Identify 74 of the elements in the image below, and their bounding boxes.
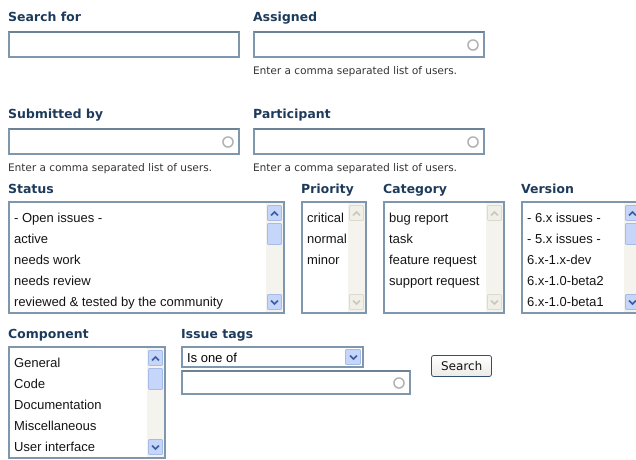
list-option[interactable]: task (389, 228, 413, 249)
operator-dropdown[interactable]: Is one of (181, 346, 364, 368)
caret-down-icon (490, 298, 499, 306)
text-field[interactable] (253, 31, 485, 58)
text-field[interactable] (253, 128, 485, 155)
scroll-up-button[interactable] (625, 205, 636, 221)
field-label: Assigned (253, 8, 318, 26)
list-option[interactable]: 6.x-1.x-dev (527, 249, 592, 270)
caret-down-icon (270, 298, 279, 306)
caret-down-icon (151, 444, 160, 450)
list-option[interactable]: needs work (14, 249, 80, 270)
list-label: Component (8, 325, 90, 343)
help-text: Enter a comma separated list of users. (253, 162, 458, 174)
scroll-thumb[interactable] (267, 223, 282, 245)
list-option[interactable]: support request (389, 270, 480, 291)
list-option[interactable]: Code (14, 373, 46, 394)
text-field[interactable] (8, 31, 240, 58)
list-box[interactable]: critical normal minor (301, 201, 367, 314)
list-box[interactable]: - Open issues - active needs work needs review reviewed & tested by the community (8, 201, 285, 314)
list-option[interactable]: needs review (14, 270, 91, 291)
caret-up-icon (270, 210, 279, 216)
field-label: Search for (8, 8, 82, 26)
list-option[interactable]: reviewed & tested by the community (14, 291, 223, 312)
list-option[interactable]: normal (307, 228, 347, 249)
help-text: Enter a comma separated list of users. (8, 162, 214, 174)
scrollbar[interactable] (266, 203, 283, 312)
scrollbar[interactable] (147, 348, 164, 457)
field-label: Submitted by (8, 105, 104, 123)
list-option[interactable]: critical (307, 207, 344, 228)
autocomplete-icon (222, 136, 234, 148)
list-label: Priority (301, 180, 355, 198)
list-option[interactable]: Miscellaneous (14, 415, 96, 436)
scroll-down-button[interactable] (267, 294, 282, 310)
list-option[interactable]: minor (307, 249, 340, 270)
autocomplete-icon (393, 376, 405, 388)
caret-up-icon (151, 354, 160, 362)
list-option[interactable]: active (14, 228, 48, 249)
list-option[interactable]: Documentation (14, 394, 102, 415)
scroll-thumb[interactable] (625, 223, 636, 245)
scroll-up-button[interactable] (267, 205, 282, 221)
list-option[interactable]: feature request (389, 249, 476, 270)
scrollbar[interactable] (624, 203, 636, 312)
list-option[interactable]: bug report (389, 207, 448, 228)
list-label: Category (383, 180, 448, 198)
autocomplete-icon (467, 38, 479, 50)
caret-down-icon (352, 298, 361, 306)
list-option[interactable]: - 5.x issues - (527, 228, 601, 249)
search-button[interactable]: Search (431, 355, 492, 377)
scroll-down-button[interactable] (625, 294, 636, 310)
list-option[interactable]: General (14, 352, 60, 373)
scroll-down-button[interactable] (148, 439, 163, 455)
scroll-up-button[interactable] (148, 350, 163, 366)
list-box[interactable]: - 6.x issues - - 5.x issues - 6.x-1.x-dev 6.x-1.0-beta2 6.x-1.0-beta1 (521, 201, 636, 314)
field-label: Participant (253, 105, 332, 123)
caret-up-icon (352, 210, 361, 216)
list-option[interactable]: - Open issues - (14, 207, 102, 228)
caret-down-icon (628, 298, 636, 306)
tags-field[interactable] (181, 370, 411, 395)
autocomplete-icon (467, 136, 479, 148)
list-option[interactable]: User interface (14, 436, 95, 457)
help-text: Enter a comma separated list of users. (253, 65, 458, 77)
list-label: Status (8, 180, 55, 198)
scroll-thumb[interactable] (148, 368, 163, 390)
list-option[interactable]: 6.x-1.0-beta2 (527, 270, 604, 291)
text-field[interactable] (8, 128, 240, 155)
list-box[interactable]: bug report task feature request support request (383, 201, 505, 314)
caret-down-icon (348, 354, 358, 360)
list-option[interactable]: 6.x-1.0-beta1 (527, 291, 604, 312)
list-option[interactable]: - 6.x issues - (527, 207, 601, 228)
list-box[interactable]: General Code Documentation Miscellaneous User interface (8, 346, 166, 459)
list-label: Version (521, 180, 575, 198)
caret-up-icon (628, 210, 636, 216)
field-label: Issue tags (181, 325, 254, 343)
caret-up-icon (490, 210, 499, 216)
